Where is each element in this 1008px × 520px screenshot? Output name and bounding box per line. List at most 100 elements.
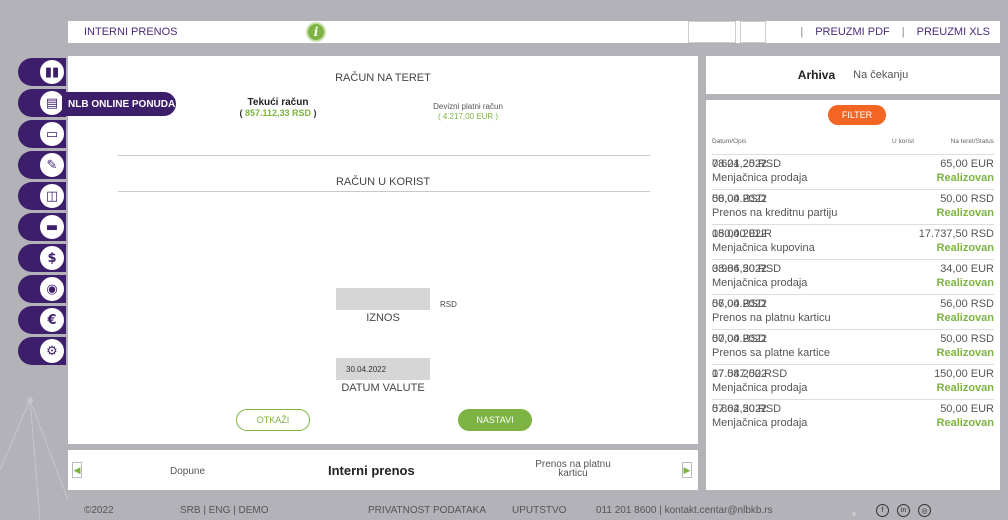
page-title: INTERNI PRENOS	[84, 26, 178, 38]
transaction-date: 08.04.2022	[712, 158, 768, 170]
archive-columns: Datum/Opis U korist Na teret/Status	[712, 138, 994, 145]
carousel-item-active[interactable]: Interni prenos	[328, 463, 415, 478]
instagram-icon[interactable]: ◎	[918, 504, 931, 517]
download-links: | PREUZMI PDF | PREUZMI XLS	[800, 21, 990, 43]
transaction-description: Prenos na platnu karticu	[712, 312, 831, 324]
tab-pending[interactable]: Na čekanju	[853, 69, 908, 81]
minus-card-icon: ▬	[38, 213, 66, 241]
guide-link[interactable]: UPUTSTVO	[512, 505, 566, 516]
sidebar-tooltip: NLB ONLINE PONUDA	[62, 92, 176, 116]
privacy-link[interactable]: PRIVATNOST PODATAKA	[368, 505, 486, 516]
credit-account-title: RAČUN U KORIST	[335, 176, 431, 188]
info-icon[interactable]: i	[306, 22, 326, 42]
transaction-status: Realizovan	[936, 312, 994, 324]
currency-label: RSD	[440, 300, 457, 309]
language-switch[interactable]: SRB | ENG | DEMO	[180, 505, 269, 516]
transaction-status: Realizovan	[936, 242, 994, 254]
linkedin-icon[interactable]: in	[897, 504, 910, 517]
transaction-status: Realizovan	[936, 277, 994, 289]
sidebar-item-documents[interactable]: ◫	[18, 182, 66, 210]
sidebar-item-currency[interactable]: $	[18, 244, 66, 272]
carousel-item-dopune[interactable]: Dopune	[170, 466, 205, 477]
archive-list: FILTER Datum/Opis U korist Na teret/Stat…	[706, 100, 1000, 519]
transaction-status: Realizovan	[936, 172, 994, 184]
transaction-row[interactable]: 07.04.2022 Menjačnica prodaja 17.587,50 RS…	[712, 364, 994, 399]
social-links: f in ◎	[876, 504, 931, 517]
account-name: Tekući račun	[247, 97, 309, 108]
sidebar-item-exchange[interactable]: €	[18, 306, 66, 334]
foreign-account-option[interactable]: Devizni platni račun ( 4.217,00 EUR )	[408, 102, 528, 122]
transaction-charge: 17.737,50 RSD	[918, 228, 994, 240]
separator: |	[901, 26, 905, 38]
transaction-charge: 65,00 EUR	[940, 158, 994, 170]
value-date-input[interactable]: 30.04.2022	[336, 358, 430, 380]
separator: |	[800, 26, 804, 38]
sidebar-item-settings[interactable]: ⚙	[18, 337, 66, 365]
book-icon: ◫	[38, 182, 66, 210]
sidebar-item-offers[interactable]: ▤	[18, 89, 66, 117]
account-balance: ( 857.112,33 RSD )	[239, 108, 317, 118]
top-input-box-small[interactable]	[740, 21, 766, 43]
filter-button[interactable]: FILTER	[828, 105, 886, 125]
tab-archive[interactable]: Arhiva	[798, 68, 835, 82]
transaction-row[interactable]: 08.04.2022 Menjačnica prodaja 7.621,25 RSD…	[712, 154, 994, 189]
transaction-row[interactable]: 07.04.2022 Prenos sa platne kartice 50,00 …	[712, 329, 994, 364]
next-arrow-icon[interactable]: ▶	[682, 462, 692, 478]
transaction-description: Menjačnica prodaja	[712, 417, 808, 429]
transaction-charge: 50,00 EUR	[940, 403, 994, 415]
transaction-charge: 50,00 RSD	[940, 193, 994, 205]
next-button[interactable]: NASTAVI	[458, 409, 532, 431]
value-date-label: DATUM VALUTE	[341, 382, 425, 394]
amount-input[interactable]	[336, 288, 430, 310]
amount-label: IZNOS	[366, 312, 400, 324]
sidebar-item-analytics[interactable]: ▮▮	[18, 58, 66, 86]
card-icon: ▭	[38, 120, 66, 148]
download-pdf-link[interactable]: PREUZMI PDF	[815, 26, 890, 38]
contact-info: 011 201 8600 | kontakt.centar@nlbkb.rs	[596, 505, 773, 516]
sidebar-item-cards[interactable]: ▭	[18, 120, 66, 148]
top-bar: INTERNI PRENOS i | PREUZMI PDF | PREUZMI…	[68, 21, 1000, 43]
transaction-row[interactable]: 08.04.2022 Prenos na kreditnu partiju 50,0…	[712, 189, 994, 224]
pen-icon: ✎	[38, 151, 66, 179]
transaction-charge: 56,00 RSD	[940, 298, 994, 310]
transaction-row[interactable]: 07.04.2022 Prenos na platnu karticu 56,00 …	[712, 294, 994, 329]
transaction-date: 07.04.2022	[712, 298, 768, 310]
divider	[118, 155, 650, 156]
transaction-charge: 50,00 RSD	[940, 333, 994, 345]
column-credit: U korist	[891, 138, 914, 145]
sidebar-item-locations[interactable]: ◉	[18, 275, 66, 303]
prev-arrow-icon[interactable]: ◀	[72, 462, 82, 478]
euro-icon: €	[38, 306, 66, 334]
cancel-button[interactable]: OTKAŽI	[236, 409, 310, 431]
transaction-description: Menjačnica prodaja	[712, 382, 808, 394]
transaction-date: 07.04.2022	[712, 403, 768, 415]
transaction-date: 07.04.2022	[712, 333, 768, 345]
account-name: Devizni platni račun	[433, 102, 503, 111]
transaction-description: Prenos na kreditnu partiju	[712, 207, 838, 219]
download-xls-link[interactable]: PREUZMI XLS	[917, 26, 990, 38]
transaction-date: 07.04.2022	[712, 368, 768, 380]
transaction-row[interactable]: 08.04.2022 Menjačnica prodaja 3.986,50 RSD…	[712, 259, 994, 294]
chart-icon: ▮▮	[38, 58, 66, 86]
current-account-option[interactable]: Tekući račun ( 857.112,33 RSD )	[218, 97, 338, 119]
transaction-description: Prenos sa platne kartice	[712, 347, 831, 359]
top-input-box[interactable]	[688, 21, 736, 43]
footer: ©2022 SRB | ENG | DEMO PRIVATNOST PODATA…	[68, 502, 1000, 520]
transaction-date: 08.04.2022	[712, 263, 768, 275]
sidebar-item-credit[interactable]: ▬	[18, 213, 66, 241]
carousel-item-card[interactable]: Prenos na platnu karticu	[528, 460, 618, 479]
transaction-charge: 34,00 EUR	[940, 263, 994, 275]
debit-account-title: RAČUN NA TERET	[335, 72, 431, 84]
transaction-description: Menjačnica prodaja	[712, 172, 808, 184]
copyright: ©2022	[84, 505, 114, 516]
transaction-row[interactable]: 08.04.2022 Menjačnica kupovina 150,00 EUR 1…	[712, 224, 994, 259]
top-boxes	[688, 21, 766, 43]
archive-tabs: Arhiva Na čekanju	[706, 56, 1000, 94]
transaction-description: Menjačnica kupovina	[712, 242, 815, 254]
transaction-row[interactable]: 07.04.2022 Menjačnica prodaja 5.862,50 RSD…	[712, 399, 994, 434]
facebook-icon[interactable]: f	[876, 504, 889, 517]
settings-icon: ⚙	[38, 337, 66, 365]
sidebar-item-payments[interactable]: ✎	[18, 151, 66, 179]
account-balance: ( 4.217,00 EUR )	[437, 112, 499, 121]
dollar-icon: $	[38, 244, 66, 272]
